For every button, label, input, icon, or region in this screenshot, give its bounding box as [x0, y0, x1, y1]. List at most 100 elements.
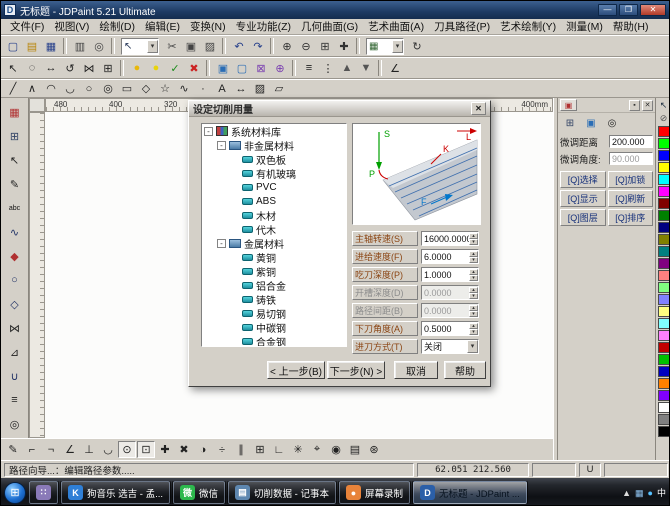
snap-perpendicular-icon[interactable]: ⊥ [80, 441, 98, 458]
snap-tangent-icon[interactable]: ◡ [99, 441, 117, 458]
tree-item[interactable]: -易切钢 [202, 306, 346, 320]
menu-item-1[interactable]: 视图(V) [49, 18, 94, 35]
color-swatch[interactable] [658, 210, 670, 221]
rotate-icon[interactable]: ↺ [61, 60, 79, 77]
param-input[interactable]: 16000.0000▴▾ [421, 231, 479, 246]
tree-item[interactable]: -有机玻璃 [202, 166, 346, 180]
tray-volume-icon[interactable]: ● [648, 488, 653, 498]
rp-grid-icon[interactable]: ⊞ [561, 115, 579, 131]
tree-expander-icon[interactable]: - [204, 127, 213, 136]
point-tool-icon[interactable]: · [194, 80, 212, 97]
pick-tool-icon[interactable]: ↖ [5, 149, 25, 171]
line-tool-icon[interactable]: ╱ [4, 80, 22, 97]
array-icon[interactable]: ⊞ [99, 60, 117, 77]
spinner[interactable]: ▴▾ [469, 251, 478, 263]
polygon-shape-icon[interactable]: ◇ [5, 293, 25, 315]
circle-tool-icon[interactable]: ○ [80, 80, 98, 97]
start-button[interactable]: ⊞ [4, 482, 26, 504]
tree-item[interactable]: -木材 [202, 208, 346, 222]
color-swatch[interactable] [658, 354, 670, 365]
ellipse-tool-icon[interactable]: ◎ [99, 80, 117, 97]
taskbar-app-jdpaint[interactable]: D无标题 - JDPaint ... [413, 481, 527, 504]
layers-icon[interactable]: ≡ [5, 389, 25, 411]
color-swatch[interactable] [658, 414, 670, 425]
color-swatch[interactable] [658, 306, 670, 317]
properties-tab-icon[interactable]: ▣ [560, 99, 577, 111]
curve-icon[interactable]: ∿ [5, 221, 25, 243]
grid-toggle-icon[interactable]: ⊞ [5, 125, 25, 147]
spinner[interactable]: ▴▾ [469, 269, 478, 281]
circle-shape-icon[interactable]: ○ [5, 269, 25, 291]
tray-display-icon[interactable]: ▦ [635, 488, 644, 498]
triangle-icon[interactable]: ⊿ [5, 341, 25, 363]
param-input[interactable]: 关闭▾ [421, 339, 479, 354]
snap-corner-icon[interactable]: ¬ [42, 441, 60, 458]
color-swatch[interactable] [658, 222, 670, 233]
spin-down-icon[interactable]: ▾ [469, 275, 478, 281]
color-swatch[interactable] [658, 390, 670, 401]
color-swatch[interactable] [658, 186, 670, 197]
snap-grid-icon[interactable]: ⊞ [251, 441, 269, 458]
tree-item[interactable]: -中碳钢 [202, 320, 346, 334]
zoom-fit-icon[interactable]: ⊞ [316, 38, 334, 55]
zoom-in-icon[interactable]: ⊕ [278, 38, 296, 55]
color-swatch[interactable] [658, 138, 670, 149]
snap-quadrant-icon[interactable]: ◑ [194, 441, 212, 458]
panel-close-icon[interactable]: ✕ [642, 100, 653, 111]
snap-node-icon[interactable]: ⊡ [137, 441, 155, 458]
star-tool-icon[interactable]: ☆ [156, 80, 174, 97]
bring-front-icon[interactable]: ▲ [338, 60, 356, 77]
eraser-tool-icon[interactable]: ▱ [270, 80, 288, 97]
snap-endpoint-icon[interactable]: ⌐ [23, 441, 41, 458]
zoom-left-icon[interactable]: ◎ [5, 413, 25, 435]
minimize-button[interactable]: — [598, 4, 617, 16]
param-input[interactable]: 1.0000▴▾ [421, 267, 479, 282]
pen-tool-icon[interactable]: ✎ [5, 173, 25, 195]
combine-icon[interactable]: ⊠ [252, 60, 270, 77]
menu-item-10[interactable]: 测量(M) [561, 18, 608, 35]
dimension-tool-icon[interactable]: ↔ [232, 80, 250, 97]
menu-item-5[interactable]: 专业功能(Z) [231, 18, 296, 35]
spin-down-icon[interactable]: ▾ [469, 329, 478, 335]
input-panel-icon[interactable]: ▤ [346, 441, 364, 458]
color-swatch[interactable] [658, 162, 670, 173]
color-swatch[interactable] [658, 318, 670, 329]
menu-item-7[interactable]: 艺术曲面(A) [363, 18, 429, 35]
maximize-button[interactable]: ❐ [619, 4, 638, 16]
taskbar-app-wechat[interactable]: 微微信 [173, 481, 225, 504]
osnap-icon[interactable]: ◉ [327, 441, 345, 458]
rp-target-icon[interactable]: ◎ [603, 115, 621, 131]
draw-pen-icon[interactable]: ✎ [4, 441, 22, 458]
panel-button-2[interactable]: [Q]显示 [560, 190, 606, 207]
copy-icon[interactable]: ▣ [182, 38, 200, 55]
ungroup-icon[interactable]: ▢ [233, 60, 251, 77]
apply-icon[interactable]: ✓ [166, 60, 184, 77]
close-button[interactable]: ✕ [640, 4, 666, 16]
rect-tool-icon[interactable]: ▭ [118, 80, 136, 97]
tool-preset-dropdown[interactable]: ↖▾ [121, 38, 159, 55]
menu-item-4[interactable]: 变换(N) [185, 18, 231, 35]
menu-item-8[interactable]: 刀具路径(P) [429, 18, 495, 35]
dialog-button-1[interactable]: 下一步(N) > [327, 361, 385, 379]
menu-item-9[interactable]: 艺术绘制(Y) [495, 18, 561, 35]
print-icon[interactable]: ▥ [71, 38, 89, 55]
color-swatch[interactable] [658, 378, 670, 389]
text-abc-icon[interactable]: abc [5, 197, 25, 219]
color-swatch[interactable] [658, 330, 670, 341]
move-icon[interactable]: ↔ [42, 60, 60, 77]
panel-button-5[interactable]: [Q]排序 [608, 209, 654, 226]
spin-down-icon[interactable]: ▾ [469, 311, 478, 317]
tracking-icon[interactable]: ⌖ [308, 441, 326, 458]
magnet-icon[interactable]: ∪ [5, 365, 25, 387]
tree-item[interactable]: -双色板 [202, 152, 346, 166]
tree-expander-icon[interactable]: - [217, 141, 226, 150]
view-mode-dropdown[interactable]: ▦▾ [366, 38, 404, 55]
rp-box-icon[interactable]: ▣ [582, 115, 600, 131]
tree-item[interactable]: -代木 [202, 222, 346, 236]
tray-expand-icon[interactable]: ▲ [622, 488, 631, 498]
polar-mode-icon[interactable]: ✳ [289, 441, 307, 458]
text-tool-icon[interactable]: A [213, 80, 231, 97]
palette-no-color-icon[interactable]: ⊘ [657, 112, 670, 125]
color-swatch[interactable] [658, 174, 670, 185]
color-swatch[interactable] [658, 342, 670, 353]
